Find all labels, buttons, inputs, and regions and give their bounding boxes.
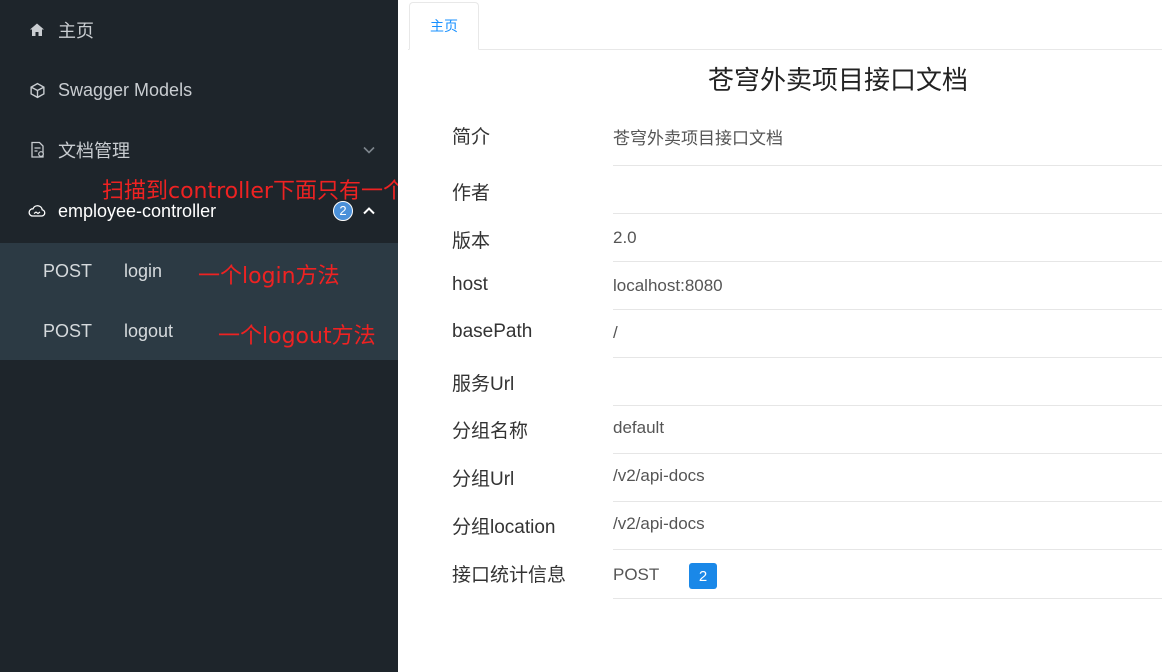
- logout-annotation: 一个logout方法: [218, 324, 376, 349]
- info-label: 作者: [452, 183, 491, 204]
- http-method: POST: [43, 260, 93, 281]
- info-value: 2.0: [613, 228, 637, 247]
- stats-count-badge: 2: [689, 563, 717, 589]
- sidebar-item-doc-management[interactable]: 文档管理: [0, 122, 398, 178]
- info-value: localhost:8080: [613, 276, 723, 295]
- tab-home[interactable]: 主页: [409, 2, 479, 50]
- info-value: 苍穹外卖项目接口文档: [613, 129, 783, 148]
- main-content: 主页 苍穹外卖项目接口文档 简介 苍穹外卖项目接口文档 作者 版本 2.0 ho…: [398, 0, 1162, 672]
- sidebar-item-swagger-models[interactable]: Swagger Models: [0, 62, 398, 118]
- info-label: 服务Url: [452, 374, 515, 395]
- chevron-down-icon: [360, 141, 378, 159]
- info-value: /v2/api-docs: [613, 514, 705, 533]
- http-method: POST: [43, 320, 93, 341]
- sidebar-item-label: 文档管理: [58, 141, 130, 161]
- info-label: basePath: [452, 321, 533, 342]
- info-label: 简介: [452, 127, 491, 148]
- info-label: 分组location: [452, 517, 556, 538]
- row-divider: [613, 213, 1162, 214]
- row-divider: [613, 309, 1162, 310]
- info-value: /v2/api-docs: [613, 466, 705, 485]
- login-annotation: 一个login方法: [198, 264, 340, 289]
- stats-method: POST: [613, 565, 660, 584]
- info-label: 分组名称: [452, 421, 529, 442]
- cloud-icon: [28, 202, 46, 220]
- row-divider: [613, 261, 1162, 262]
- api-path: logout: [124, 320, 174, 341]
- controller-annotation: 扫描到controller下面只有一个: [102, 179, 405, 204]
- document-settings-icon: [28, 141, 46, 159]
- row-divider: [613, 357, 1162, 358]
- sidebar-item-home[interactable]: 主页: [0, 2, 398, 58]
- info-label: 版本: [452, 231, 491, 252]
- info-label: 分组Url: [452, 469, 515, 490]
- info-value: default: [613, 418, 665, 437]
- row-divider: [613, 405, 1162, 406]
- row-divider: [613, 453, 1162, 454]
- info-label: 接口统计信息: [452, 565, 567, 586]
- sidebar-item-label: Swagger Models: [58, 79, 193, 100]
- sidebar-item-label: 主页: [58, 21, 94, 41]
- row-divider: [613, 549, 1162, 550]
- page-title: 苍穹外卖项目接口文档: [707, 65, 968, 95]
- row-divider: [613, 165, 1162, 166]
- row-divider: [613, 501, 1162, 502]
- home-icon: [28, 21, 46, 39]
- tab-bar-divider: [408, 49, 1162, 50]
- cube-icon: [28, 81, 46, 99]
- info-value: /: [613, 323, 618, 342]
- api-path: login: [124, 260, 163, 281]
- row-divider: [613, 598, 1162, 599]
- info-label: host: [452, 274, 488, 295]
